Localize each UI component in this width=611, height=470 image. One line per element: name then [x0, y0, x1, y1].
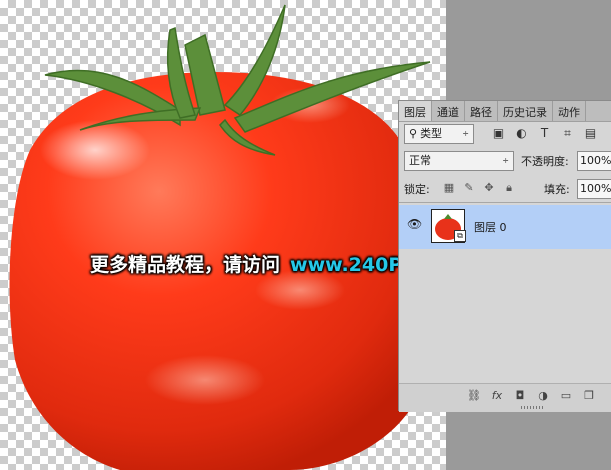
fill-input[interactable]: 100% — [577, 179, 611, 199]
filter-type-select[interactable]: ⚲ 类型 ÷ — [404, 124, 474, 144]
tab-paths[interactable]: 路径 — [465, 101, 498, 121]
resize-grip[interactable] — [521, 406, 543, 409]
tomato-image — [9, 4, 437, 470]
opacity-input[interactable]: 100% — [577, 151, 611, 171]
tab-history[interactable]: 历史记录 — [498, 101, 553, 121]
lock-paint-icon[interactable]: ✎ — [463, 181, 475, 195]
image-filter-icon[interactable]: ▣ — [491, 126, 506, 141]
lock-all-icon[interactable]: 🔒︎ — [503, 181, 515, 195]
text-filter-icon[interactable]: T — [537, 126, 552, 141]
tomato-highlight — [145, 355, 265, 405]
tab-channels[interactable]: 通道 — [432, 101, 465, 121]
blend-mode-select[interactable]: 正常 ÷ — [404, 151, 514, 171]
tab-layers[interactable]: 图层 — [399, 101, 432, 121]
adjustment-filter-icon[interactable]: ◐ — [514, 126, 529, 141]
opacity-label: 不透明度: — [521, 155, 569, 168]
link-icon[interactable]: ⛓︎ — [467, 389, 481, 403]
select-arrow-icon: ÷ — [462, 129, 469, 138]
tab-actions[interactable]: 动作 — [553, 101, 586, 121]
lock-transparent-icon[interactable]: ▦ — [443, 181, 455, 195]
mask-icon[interactable]: ◘ — [513, 389, 527, 403]
search-icon: ⚲ — [409, 127, 418, 140]
watermark-label: 更多精品教程，请访问 — [90, 254, 281, 276]
layer-row[interactable]: 👁︎ ⧉ 图层 0 — [399, 205, 611, 249]
smart-object-filter-icon[interactable]: ▤ — [583, 126, 598, 141]
fx-icon[interactable]: fx — [490, 389, 504, 403]
panel-tabs: 图层 通道 路径 历史记录 动作 — [399, 101, 611, 122]
select-arrow-icon: ÷ — [502, 156, 509, 165]
layer-name[interactable]: 图层 0 — [474, 219, 507, 235]
shape-filter-icon[interactable]: ⌗ — [560, 126, 575, 141]
new-layer-icon[interactable]: ❐ — [582, 389, 596, 403]
fill-label: 填充: — [544, 183, 570, 196]
lock-label: 锁定: — [404, 183, 430, 196]
smart-object-icon: ⧉ — [454, 230, 466, 242]
divider — [399, 202, 611, 203]
folder-icon[interactable]: ▭ — [559, 389, 573, 403]
panel-bottom-bar: ⛓︎ fx ◘ ◑ ▭ ❐ — [399, 383, 611, 412]
tomato-highlight — [40, 120, 150, 180]
eye-icon[interactable]: 👁︎ — [407, 217, 423, 231]
adjustment-icon[interactable]: ◑ — [536, 389, 550, 403]
lock-move-icon[interactable]: ✥ — [483, 181, 495, 195]
layers-panel: 图层 通道 路径 历史记录 动作 ⚲ 类型 ÷ ▣ ◐ T ⌗ ▤ 正常 ÷ 不透… — [398, 100, 611, 412]
